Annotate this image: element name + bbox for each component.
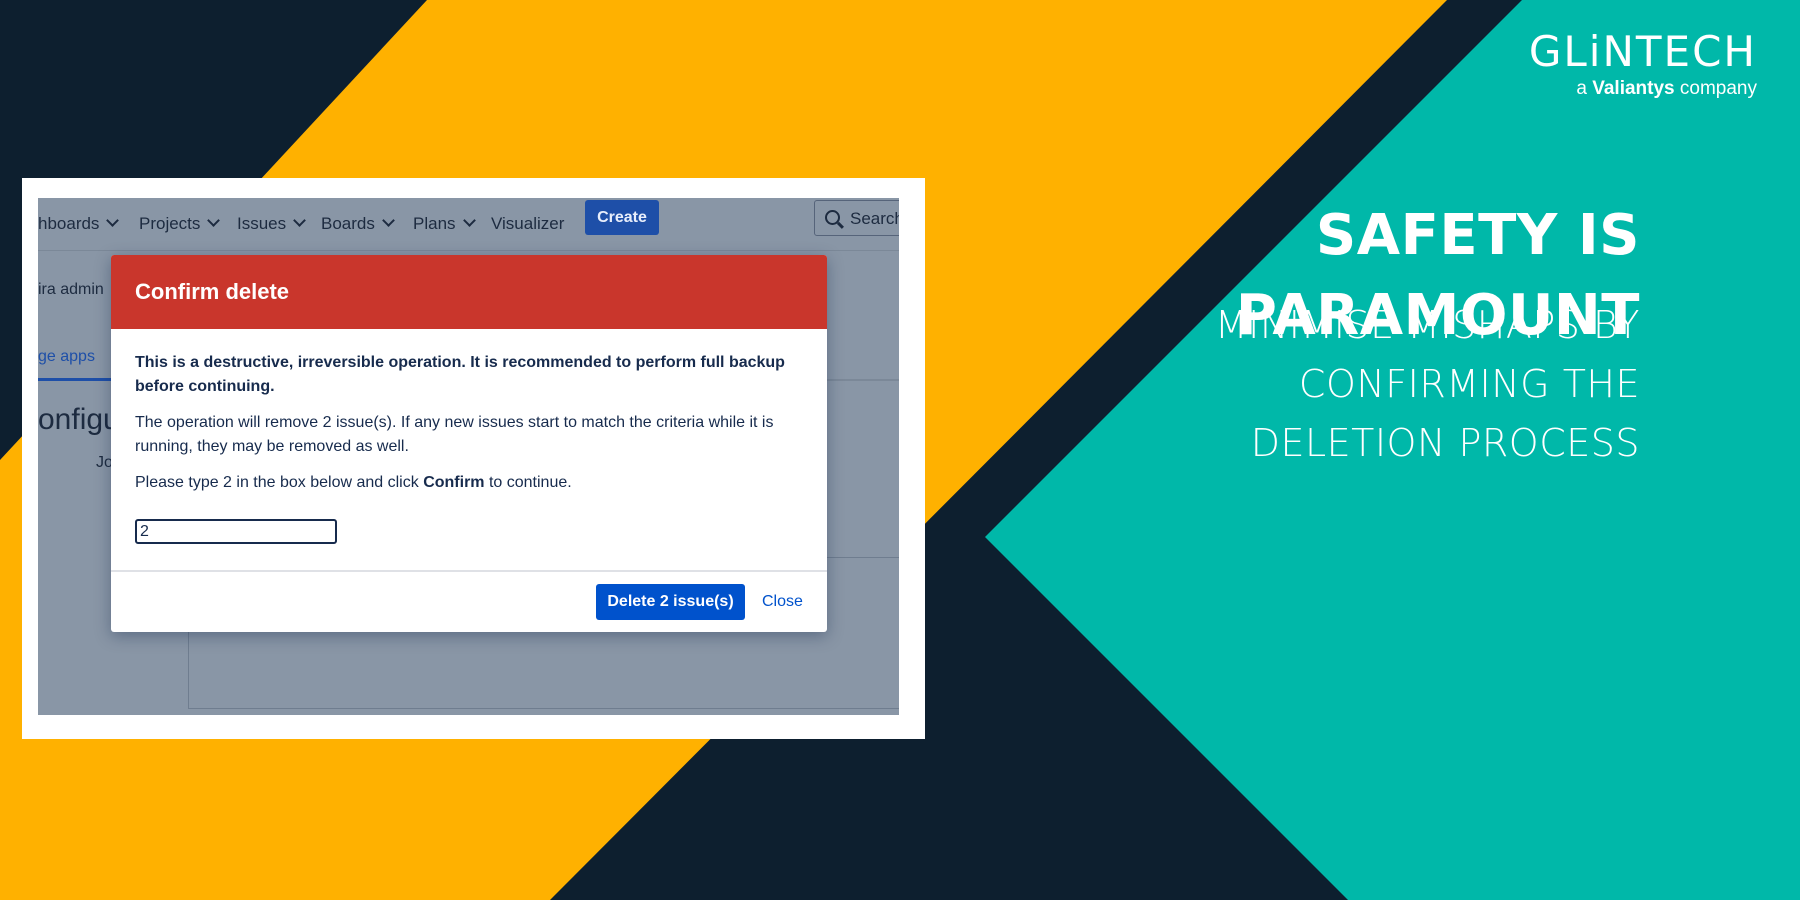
- nav-projects[interactable]: Projects: [139, 209, 221, 239]
- instruction-prefix: Please type 2 in the box below and click: [135, 474, 419, 491]
- chevron-down-icon: [462, 214, 476, 227]
- nav-dashboards-label: hboards: [38, 214, 100, 233]
- dialog-body: This is a destructive, irreversible oper…: [111, 329, 827, 544]
- warning-text: This is a destructive, irreversible oper…: [135, 354, 785, 395]
- tagline-prefix: a: [1576, 78, 1587, 99]
- nav-visualizer[interactable]: Visualizer: [491, 209, 564, 239]
- search-icon: [825, 210, 840, 225]
- page-title: onfigu: [38, 403, 120, 436]
- nav-plans[interactable]: Plans: [413, 209, 476, 239]
- dialog-footer: Delete 2 issue(s) Close: [111, 570, 827, 632]
- nav-issues[interactable]: Issues: [237, 209, 307, 239]
- nav-plans-label: Plans: [413, 214, 456, 233]
- create-button[interactable]: Create: [585, 200, 659, 235]
- screenshot-frame: hboards Projects Issues Boards Plans Vis…: [22, 178, 925, 739]
- logo-tagline: a Valiantys company: [1529, 78, 1757, 100]
- subheadline-line-1: MINIMISE MISHAPS BY: [1214, 303, 1640, 347]
- brand-logo: GLiNTECH a Valiantys company: [1529, 28, 1757, 100]
- dialog-title: Confirm delete: [111, 255, 827, 329]
- delete-issues-button[interactable]: Delete 2 issue(s): [596, 584, 745, 620]
- chevron-down-icon: [382, 214, 395, 227]
- nav-boards-label: Boards: [321, 214, 375, 233]
- nav-boards[interactable]: Boards: [321, 209, 395, 239]
- subheadline: MINIMISE MISHAPS BY CONFIRMING THE DELET…: [1080, 296, 1640, 473]
- instruction-suffix: to continue.: [488, 474, 572, 491]
- close-button[interactable]: Close: [762, 584, 803, 620]
- info-text: The operation will remove 2 issue(s). If…: [135, 414, 774, 455]
- sidebar-admin-text: ira admin: [38, 281, 104, 298]
- confirm-delete-dialog: Confirm delete This is a destructive, ir…: [111, 255, 827, 632]
- chevron-down-icon: [106, 214, 120, 227]
- tagline-brand: Valiantys: [1592, 78, 1675, 99]
- subheadline-line-2: CONFIRMING THE: [1298, 362, 1640, 406]
- jira-screenshot: hboards Projects Issues Boards Plans Vis…: [38, 198, 899, 715]
- chevron-down-icon: [207, 214, 221, 227]
- confirm-count-input[interactable]: [135, 519, 337, 544]
- tagline-suffix: company: [1679, 78, 1757, 99]
- instruction-bold: Confirm: [423, 474, 485, 491]
- instruction-text: Please type 2 in the box below and click…: [135, 471, 803, 495]
- nav-projects-label: Projects: [139, 214, 201, 233]
- logo-wordmark: GLiNTECH: [1528, 27, 1757, 76]
- search-input[interactable]: Search: [814, 200, 899, 236]
- nav-dashboards[interactable]: hboards: [38, 209, 120, 239]
- nav-issues-label: Issues: [237, 214, 287, 233]
- chevron-down-icon: [293, 214, 307, 227]
- search-placeholder: Search: [850, 209, 899, 228]
- top-navigation: hboards Projects Issues Boards Plans Vis…: [38, 198, 899, 251]
- tab-manage-apps[interactable]: ge apps: [38, 348, 95, 366]
- subheadline-line-3: DELETION PROCESS: [1250, 421, 1640, 465]
- nav-visualizer-label: Visualizer: [491, 214, 565, 233]
